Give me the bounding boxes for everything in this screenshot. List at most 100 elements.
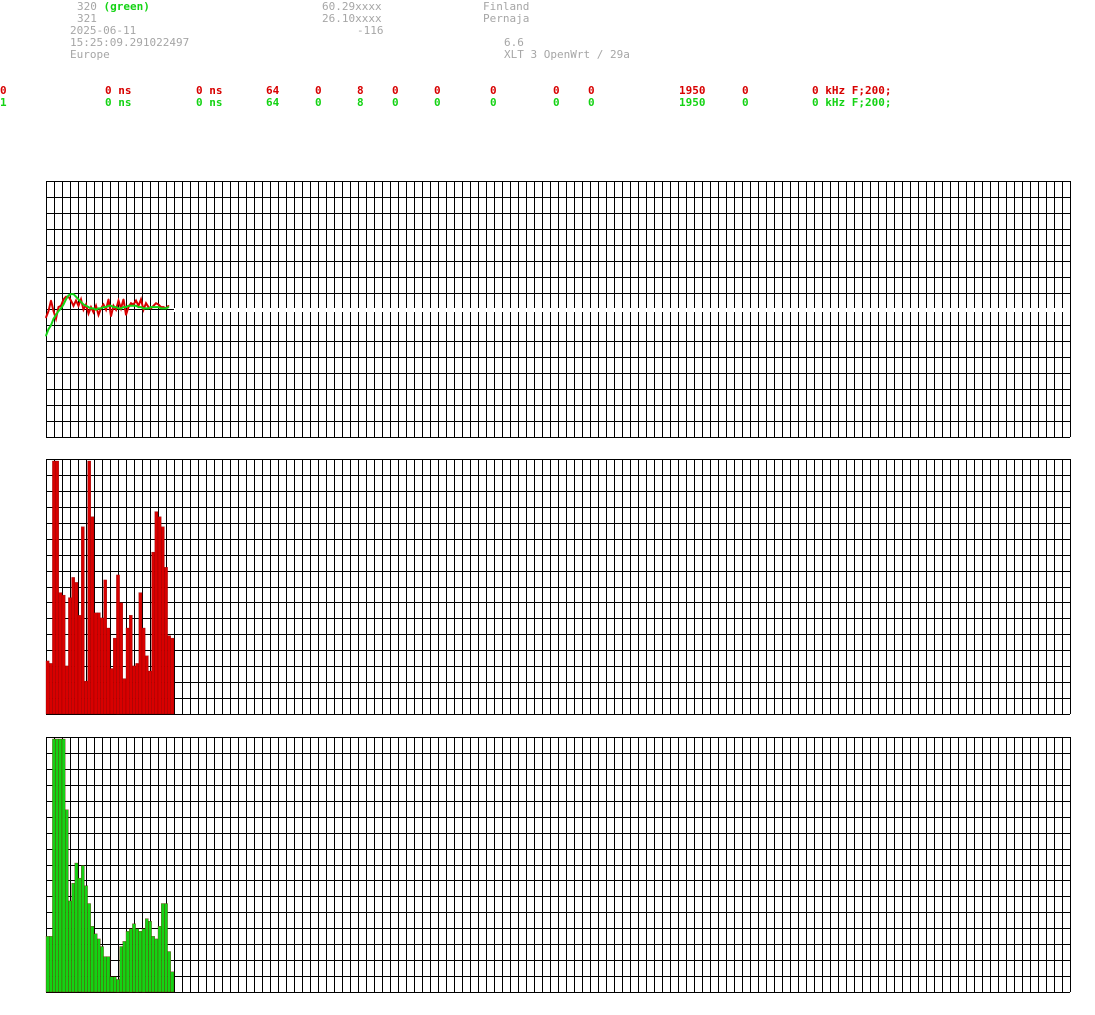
- wave-point-1-10: [70, 293, 72, 295]
- wave-point-0-26: [110, 315, 112, 318]
- bar-2-23: [119, 602, 123, 715]
- bar-2-20: [109, 668, 114, 715]
- bar-2-37: [164, 567, 168, 715]
- bar-3-28: [135, 928, 139, 993]
- bar-2-9: [74, 582, 79, 715]
- bar-3-7: [68, 900, 72, 993]
- wave-point-0-19: [92, 311, 95, 314]
- bar-3-27: [132, 923, 136, 993]
- wave-point-0-23: [102, 303, 105, 306]
- bar-2-31: [145, 655, 149, 715]
- wave-point-1-19: [92, 307, 95, 310]
- wave-point-0-44: [155, 302, 157, 305]
- wave-point-1-28: [115, 306, 117, 308]
- wave-point-1-2: [50, 324, 52, 327]
- wave-point-1-12: [75, 295, 77, 298]
- wave-point-0-10: [70, 299, 72, 302]
- wave-point-1-26: [110, 305, 112, 307]
- bar-2-33: [151, 551, 155, 715]
- bar-2-34: [154, 511, 159, 715]
- wave-point-1-43: [152, 306, 155, 308]
- chart-grid-3: [46, 737, 1071, 993]
- wave-point-1-29: [117, 307, 120, 310]
- bar-2-1: [49, 663, 53, 715]
- wave-point-0-2: [50, 299, 52, 302]
- bar-2-10: [77, 615, 82, 715]
- wave-point-0-17: [87, 312, 90, 315]
- bar-3-5: [61, 738, 66, 993]
- wave-point-0-29: [117, 299, 120, 302]
- charts-canvas: [45, 181, 1071, 993]
- wave-point-1-25: [107, 305, 110, 307]
- bar-3-33: [151, 936, 155, 993]
- bar-2-22: [116, 574, 120, 715]
- bar-3-39: [170, 971, 175, 993]
- bar-3-18: [103, 956, 107, 993]
- wave-point-1-36: [135, 305, 137, 307]
- wave-point-0-31: [122, 298, 125, 301]
- bar-3-2: [52, 738, 56, 993]
- bar-2-26: [129, 615, 133, 715]
- wave-point-0-3: [52, 310, 55, 312]
- bar-2-4: [58, 592, 63, 715]
- wave-point-0-28: [115, 308, 117, 311]
- bar-3-32: [148, 921, 152, 993]
- bar-3-31: [145, 918, 149, 993]
- bar-3-14: [90, 926, 95, 993]
- bar-2-7: [68, 597, 72, 715]
- bar-2-13: [87, 460, 91, 715]
- wave-point-1-13: [77, 298, 80, 301]
- bar-2-28: [135, 663, 139, 715]
- wave-point-1-45: [157, 306, 160, 308]
- wave-point-1-5: [57, 310, 60, 312]
- bar-3-16: [97, 938, 101, 993]
- wave-point-1-40: [145, 307, 147, 310]
- bar-3-23: [119, 946, 123, 993]
- bar-3-11: [81, 865, 85, 993]
- bar-3-26: [129, 928, 133, 993]
- bar-2-16: [97, 612, 101, 715]
- bar-3-10: [77, 877, 82, 993]
- wave-point-0-38: [140, 298, 142, 301]
- wave-point-1-8: [65, 298, 67, 301]
- wave-point-1-38: [140, 306, 142, 308]
- bar-2-35: [157, 516, 162, 715]
- wave-point-1-14: [80, 301, 82, 303]
- wave-point-0-13: [77, 305, 80, 307]
- bar-3-0: [45, 936, 50, 993]
- bar-2-21: [113, 637, 117, 715]
- wave-point-1-34: [130, 305, 132, 307]
- wave-point-1-22: [100, 307, 102, 310]
- bar-3-36: [161, 903, 165, 993]
- bar-2-19: [106, 627, 111, 715]
- wave-point-0-24: [105, 308, 107, 311]
- bar-3-13: [87, 903, 91, 993]
- bar-3-3: [55, 738, 59, 993]
- bar-3-22: [116, 979, 120, 993]
- bar-3-21: [113, 976, 117, 993]
- wave-point-1-33: [127, 305, 130, 307]
- wave-point-1-35: [132, 305, 135, 307]
- wave-point-1-47: [162, 307, 165, 310]
- wave-point-1-16: [85, 305, 87, 307]
- bar-2-25: [125, 627, 130, 715]
- wave-point-1-11: [72, 293, 75, 295]
- wave-point-0-34: [130, 302, 132, 305]
- bar-2-30: [141, 627, 146, 715]
- wave-point-1-0: [45, 334, 47, 337]
- wave-point-1-23: [102, 306, 105, 308]
- bar-2-24: [122, 678, 127, 715]
- wave-point-1-39: [142, 307, 145, 310]
- wave-point-1-21: [97, 307, 100, 310]
- wave-point-1-7: [62, 303, 65, 306]
- wave-point-1-37: [137, 306, 140, 308]
- bar-2-2: [52, 460, 56, 715]
- bar-3-4: [58, 738, 63, 993]
- wave-point-0-20: [95, 305, 97, 307]
- bar-3-30: [141, 928, 146, 993]
- bar-2-11: [81, 526, 85, 715]
- wave-point-1-20: [95, 308, 97, 311]
- wave-point-1-15: [82, 303, 85, 306]
- wave-point-1-18: [90, 307, 92, 310]
- wave-point-1-27: [112, 306, 115, 308]
